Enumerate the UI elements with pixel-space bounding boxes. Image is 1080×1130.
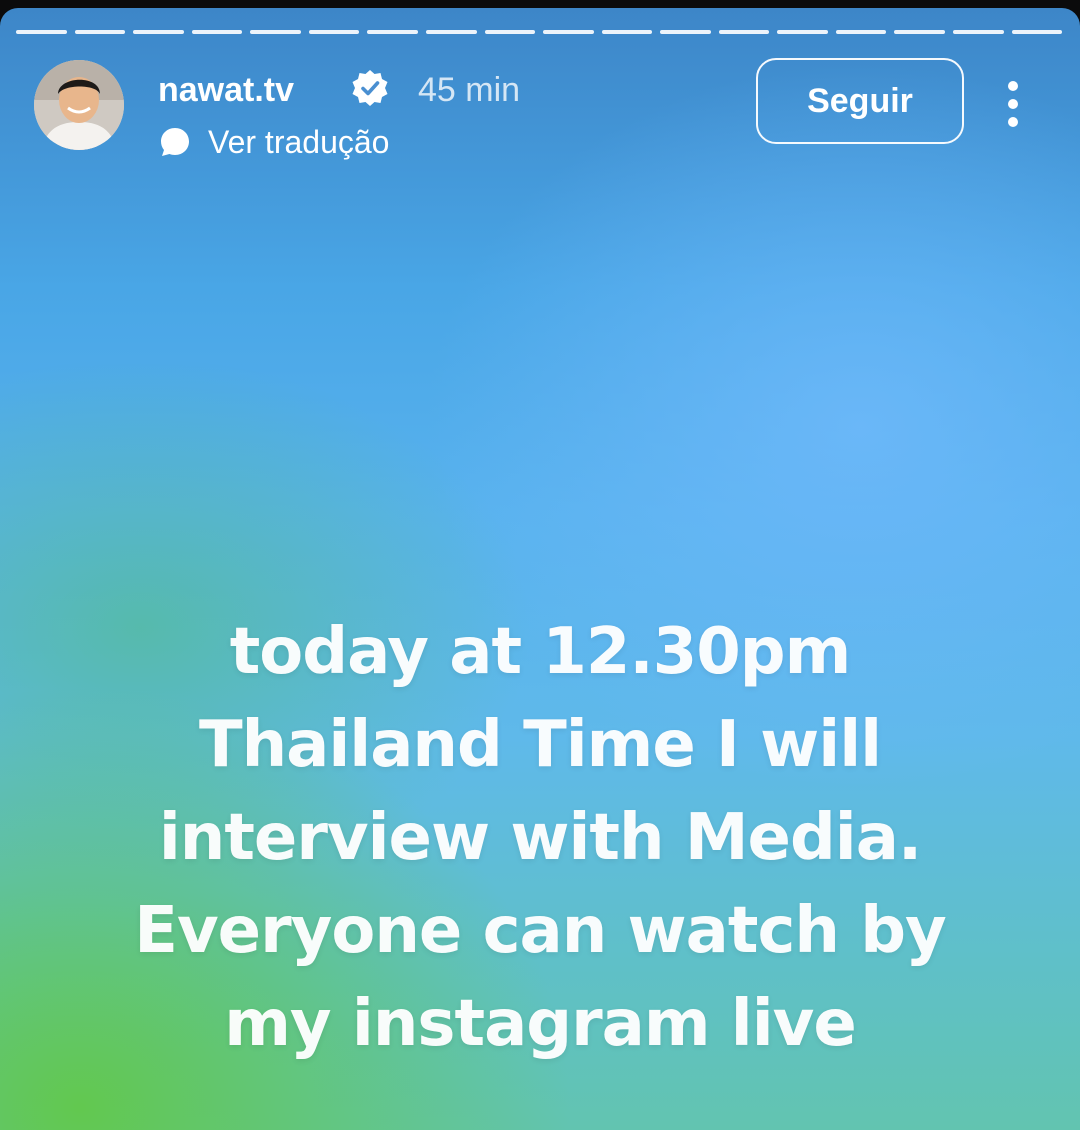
follow-button[interactable]: Seguir — [756, 58, 964, 144]
progress-segment — [133, 30, 184, 34]
caption-line: my instagram live — [224, 987, 857, 1061]
progress-segment — [308, 30, 360, 34]
caption-line: Everyone can watch by — [134, 894, 947, 968]
progress-segment — [484, 30, 536, 34]
progress-segment — [425, 30, 477, 34]
more-vertical-icon[interactable] — [990, 76, 1036, 132]
story-progress-bar — [16, 30, 1063, 34]
progress-segment — [601, 30, 653, 34]
username[interactable]: nawat.tv — [158, 62, 294, 118]
progress-segment — [660, 30, 711, 34]
posted-time: 45 min — [418, 71, 521, 109]
caption-line: interview with Media. — [158, 801, 922, 875]
progress-segment — [894, 30, 945, 34]
progress-segment — [777, 30, 828, 34]
progress-segment — [16, 30, 67, 34]
progress-segment — [250, 30, 301, 34]
progress-segment — [718, 30, 770, 34]
avatar-photo — [34, 60, 124, 150]
story-caption: today at 12.30pm Thailand Time I will in… — [40, 606, 1040, 1071]
progress-segment — [543, 30, 594, 34]
progress-segment — [835, 30, 887, 34]
progress-segment — [191, 30, 243, 34]
caption-line: Thailand Time I will — [198, 708, 882, 782]
caption-line: today at 12.30pm — [229, 615, 852, 689]
see-translation-label: Ver tradução — [208, 123, 390, 160]
verified-badge-icon — [352, 70, 388, 106]
progress-segment — [953, 30, 1004, 34]
avatar[interactable] — [34, 60, 124, 150]
progress-segment — [1011, 30, 1063, 34]
story-viewer[interactable]: nawat.tv 45 min Ver tradução Seguir toda… — [0, 8, 1080, 1130]
speech-bubble-icon — [161, 128, 189, 156]
progress-segment — [74, 30, 126, 34]
progress-segment — [367, 30, 418, 34]
see-translation-link[interactable]: Ver tradução — [158, 118, 389, 166]
